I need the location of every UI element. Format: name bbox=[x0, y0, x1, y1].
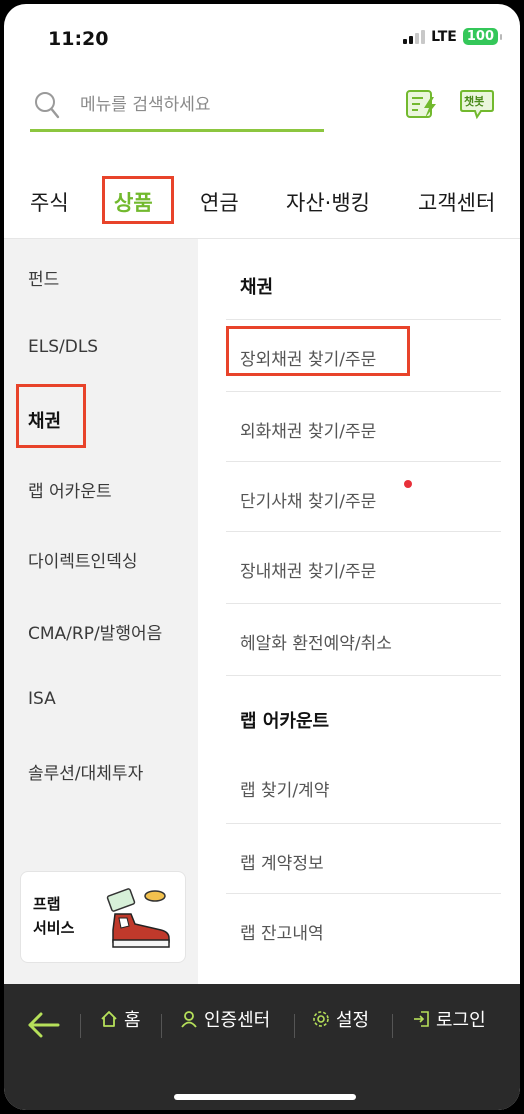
nav-login-label: 로그인 bbox=[436, 1010, 486, 1031]
left-menu: 펀드 ELS/DLS 채권 랩 어카운트 다이렉트인덱싱 CMA/RP/발행어음… bbox=[4, 239, 198, 984]
submenu-label: 장내채권 찾기/주문 bbox=[240, 562, 377, 582]
left-menu-item-els-dls[interactable]: ELS/DLS bbox=[28, 337, 98, 357]
nav-divider bbox=[392, 1014, 393, 1038]
submenu-label: 헤알화 환전예약/취소 bbox=[240, 634, 392, 654]
submenu-label: 랩 계약정보 bbox=[240, 854, 324, 874]
submenu-item-wrap-contract[interactable]: 랩 계약정보 bbox=[226, 823, 501, 895]
back-arrow-icon[interactable] bbox=[26, 1008, 60, 1042]
person-icon bbox=[181, 1011, 197, 1028]
tab-pension[interactable]: 연금 bbox=[200, 187, 239, 217]
gear-icon bbox=[313, 1011, 329, 1027]
highlight-box-tab bbox=[102, 176, 174, 224]
left-menu-item-solutions[interactable]: 솔루션/대체투자 bbox=[28, 759, 143, 784]
section-title-wrap-account: 랩 어카운트 bbox=[240, 711, 330, 732]
submenu-item-real-exchange[interactable]: 헤알화 환전예약/취소 bbox=[226, 603, 501, 675]
home-indicator bbox=[174, 1094, 356, 1100]
signal-icon bbox=[403, 29, 426, 44]
status-indicators: LTE 100 bbox=[403, 28, 503, 45]
status-bar: 11:20 LTE 100 bbox=[4, 4, 520, 74]
battery-icon: 100 bbox=[462, 28, 503, 45]
category-tabs: 주식 상품 연금 자산·뱅킹 고객센터 bbox=[4, 169, 520, 239]
submenu-item-foreign-bond[interactable]: 외화채권 찾기/주문 bbox=[226, 391, 501, 463]
nav-divider bbox=[294, 1014, 295, 1038]
tab-customer-center[interactable]: 고객센터 bbox=[418, 187, 495, 217]
memo-icon[interactable] bbox=[404, 88, 440, 120]
nav-settings[interactable]: 설정 bbox=[312, 1006, 369, 1032]
nav-login[interactable]: 로그인 bbox=[412, 1006, 486, 1032]
promo-text: 프랩 서비스 bbox=[33, 892, 74, 940]
left-menu-item-cma-rp[interactable]: CMA/RP/발행어음 bbox=[28, 619, 162, 644]
login-icon bbox=[414, 1011, 429, 1027]
highlight-box-left-menu bbox=[16, 384, 86, 448]
tab-stocks[interactable]: 주식 bbox=[30, 187, 69, 217]
app-screen: 11:20 LTE 100 챗봇 주식 상품 연금 자산·뱅 bbox=[4, 4, 520, 1110]
submenu-item-listed-bond[interactable]: 장내채권 찾기/주문 bbox=[226, 531, 501, 603]
submenu-label: 외화채권 찾기/주문 bbox=[240, 422, 377, 442]
promo-line1: 프랩 bbox=[33, 895, 61, 913]
nav-divider bbox=[161, 1014, 162, 1038]
submenu-item-wrap-find[interactable]: 랩 찾기/계약 bbox=[226, 751, 501, 823]
bottom-navigation: 홈 인증센터 설정 로그인 bbox=[4, 984, 520, 1110]
network-type: LTE bbox=[431, 28, 457, 45]
sneaker-illustration-icon bbox=[106, 888, 170, 948]
submenu-label: 랩 찾기/계약 bbox=[240, 781, 330, 801]
left-menu-item-wrap-account[interactable]: 랩 어카운트 bbox=[28, 477, 112, 502]
nav-auth-label: 인증센터 bbox=[204, 1010, 271, 1031]
nav-auth-center[interactable]: 인증센터 bbox=[180, 1006, 270, 1032]
search-icon bbox=[35, 92, 60, 119]
nav-divider bbox=[80, 1014, 81, 1038]
left-menu-item-isa[interactable]: ISA bbox=[28, 689, 56, 709]
submenu-item-wrap-balance[interactable]: 랩 잔고내역 bbox=[226, 893, 501, 965]
tab-assets-banking[interactable]: 자산·뱅킹 bbox=[286, 187, 370, 217]
promo-banner[interactable]: 프랩 서비스 bbox=[20, 871, 186, 963]
chatbot-icon[interactable]: 챗봇 bbox=[459, 88, 495, 120]
submenu-label: 랩 잔고내역 bbox=[240, 924, 324, 944]
section-title-bond: 채권 bbox=[240, 277, 274, 298]
promo-line2: 서비스 bbox=[33, 919, 75, 937]
chatbot-label: 챗봇 bbox=[464, 95, 485, 108]
nav-home[interactable]: 홈 bbox=[100, 1006, 141, 1032]
left-menu-item-direct-indexing[interactable]: 다이렉트인덱싱 bbox=[28, 547, 137, 572]
new-badge-dot bbox=[404, 480, 412, 488]
menu-search-bar[interactable] bbox=[30, 84, 324, 132]
search-input[interactable] bbox=[80, 92, 310, 118]
submenu-label: 단기사채 찾기/주문 bbox=[240, 492, 377, 512]
home-icon bbox=[101, 1011, 117, 1027]
highlight-box-submenu bbox=[226, 326, 410, 376]
submenu-item-short-term-bond[interactable]: 단기사채 찾기/주문 bbox=[226, 461, 501, 533]
nav-settings-label: 설정 bbox=[336, 1010, 370, 1031]
nav-home-label: 홈 bbox=[124, 1010, 141, 1031]
status-time: 11:20 bbox=[48, 28, 109, 50]
left-menu-item-fund[interactable]: 펀드 bbox=[28, 265, 59, 290]
